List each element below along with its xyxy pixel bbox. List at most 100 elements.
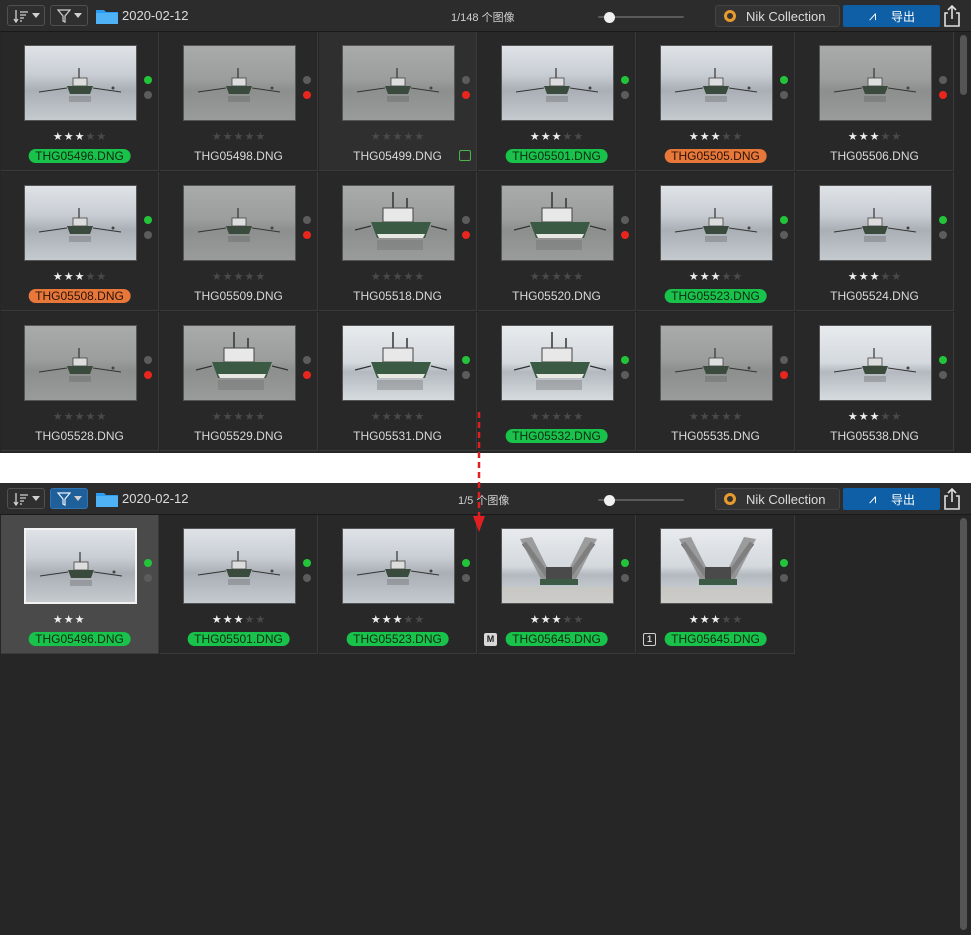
nik-collection-button[interactable]: Nik Collection: [715, 5, 840, 27]
star-rating[interactable]: ★★★★★: [319, 411, 477, 423]
star-icon[interactable]: ★: [403, 131, 414, 143]
reject-flag-dot[interactable]: [780, 371, 788, 379]
thumbnail-cell[interactable]: ★★★★★ THG05538.DNG: [796, 312, 954, 451]
star-icon[interactable]: ★: [721, 131, 732, 143]
star-icon[interactable]: ★: [732, 411, 743, 423]
star-icon[interactable]: ★: [721, 271, 732, 283]
star-icon[interactable]: ★: [75, 271, 86, 283]
pick-flag-dot[interactable]: [303, 76, 311, 84]
export-button[interactable]: ⩘ 导出: [843, 5, 940, 27]
star-icon[interactable]: ★: [96, 271, 107, 283]
star-icon[interactable]: ★: [64, 271, 75, 283]
reject-flag-dot[interactable]: [621, 371, 629, 379]
star-icon[interactable]: ★: [530, 271, 541, 283]
star-icon[interactable]: ★: [223, 614, 234, 626]
star-icon[interactable]: ★: [393, 411, 404, 423]
pick-flag-dot[interactable]: [303, 559, 311, 567]
thumbnail-cell[interactable]: ★★★★★ THG05509.DNG: [160, 172, 318, 311]
thumbnail-image[interactable]: [819, 45, 932, 121]
pick-flag-dot[interactable]: [621, 559, 629, 567]
star-rating[interactable]: ★★★★★: [319, 271, 477, 283]
reject-flag-dot[interactable]: [939, 91, 947, 99]
thumbnail-cell[interactable]: ★★★★★ THG05505.DNG: [637, 32, 795, 171]
reject-flag-dot[interactable]: [303, 574, 311, 582]
star-icon[interactable]: ★: [393, 614, 404, 626]
pick-flag-dot[interactable]: [144, 356, 152, 364]
reject-flag-dot[interactable]: [939, 371, 947, 379]
thumbnail-cell[interactable]: ★★★★★ THG05499.DNG: [319, 32, 477, 171]
filter-button[interactable]: [50, 488, 88, 509]
star-icon[interactable]: ★: [414, 131, 425, 143]
star-icon[interactable]: ★: [541, 271, 552, 283]
pick-flag-dot[interactable]: [462, 216, 470, 224]
star-icon[interactable]: ★: [552, 271, 563, 283]
star-icon[interactable]: ★: [403, 614, 414, 626]
thumbnail-cell[interactable]: ★★★★★ THG05520.DNG: [478, 172, 636, 311]
thumbnail-cell[interactable]: ★★★★★ THG05528.DNG: [1, 312, 159, 451]
reject-flag-dot[interactable]: [621, 574, 629, 582]
thumbnail-image[interactable]: [819, 185, 932, 261]
star-icon[interactable]: ★: [880, 411, 891, 423]
star-icon[interactable]: ★: [530, 131, 541, 143]
star-rating[interactable]: ★★★★★: [1, 271, 159, 283]
pick-flag-dot[interactable]: [780, 559, 788, 567]
star-icon[interactable]: ★: [212, 614, 223, 626]
thumbnail-image[interactable]: [183, 185, 296, 261]
reject-flag-dot[interactable]: [303, 231, 311, 239]
pick-flag-dot[interactable]: [303, 356, 311, 364]
star-icon[interactable]: ★: [880, 131, 891, 143]
star-rating[interactable]: ★★★★★: [160, 411, 318, 423]
pick-flag-dot[interactable]: [462, 559, 470, 567]
star-icon[interactable]: ★: [223, 411, 234, 423]
star-icon[interactable]: ★: [244, 411, 255, 423]
pick-flag-dot[interactable]: [780, 216, 788, 224]
pick-flag-dot[interactable]: [780, 76, 788, 84]
star-rating[interactable]: ★★★★★: [478, 271, 636, 283]
star-icon[interactable]: ★: [891, 271, 902, 283]
thumbnail-image[interactable]: [660, 325, 773, 401]
star-icon[interactable]: ★: [75, 131, 86, 143]
star-icon[interactable]: ★: [53, 411, 64, 423]
star-icon[interactable]: ★: [96, 131, 107, 143]
star-icon[interactable]: ★: [255, 131, 266, 143]
star-icon[interactable]: ★: [689, 131, 700, 143]
star-icon[interactable]: ★: [562, 411, 573, 423]
star-icon[interactable]: ★: [234, 271, 245, 283]
thumbnail-image[interactable]: [342, 325, 455, 401]
star-icon[interactable]: ★: [870, 271, 881, 283]
star-rating[interactable]: ★★★★★: [796, 271, 954, 283]
thumbnail-image[interactable]: [660, 528, 773, 604]
reject-flag-dot[interactable]: [780, 574, 788, 582]
pick-flag-dot[interactable]: [462, 76, 470, 84]
reject-flag-dot[interactable]: [621, 91, 629, 99]
share-icon[interactable]: [942, 487, 962, 511]
thumbnail-image[interactable]: [342, 185, 455, 261]
pick-flag-dot[interactable]: [939, 76, 947, 84]
star-icon[interactable]: ★: [552, 614, 563, 626]
star-rating[interactable]: ★★★★★: [160, 131, 318, 143]
star-rating[interactable]: ★★★★★: [478, 131, 636, 143]
star-rating[interactable]: ★★★★★: [478, 614, 636, 626]
star-icon[interactable]: ★: [403, 411, 414, 423]
star-icon[interactable]: ★: [403, 271, 414, 283]
star-rating[interactable]: ★★★★★: [637, 271, 795, 283]
star-icon[interactable]: ★: [244, 271, 255, 283]
star-icon[interactable]: ★: [393, 271, 404, 283]
star-icon[interactable]: ★: [700, 271, 711, 283]
thumbnail-image[interactable]: [501, 185, 614, 261]
star-icon[interactable]: ★: [223, 131, 234, 143]
star-icon[interactable]: ★: [255, 271, 266, 283]
star-icon[interactable]: ★: [53, 614, 64, 626]
star-icon[interactable]: ★: [880, 271, 891, 283]
star-icon[interactable]: ★: [732, 614, 743, 626]
thumbnail-cell[interactable]: ★★★★★ THG05645.DNG 1: [637, 515, 795, 654]
star-icon[interactable]: ★: [562, 271, 573, 283]
star-icon[interactable]: ★: [212, 271, 223, 283]
star-icon[interactable]: ★: [371, 411, 382, 423]
pick-flag-dot[interactable]: [462, 356, 470, 364]
thumbnail-image[interactable]: [342, 45, 455, 121]
thumbnail-cell[interactable]: ★★★★★ THG05645.DNG M: [478, 515, 636, 654]
star-icon[interactable]: ★: [689, 411, 700, 423]
folder-icon[interactable]: [96, 8, 118, 24]
star-icon[interactable]: ★: [530, 411, 541, 423]
